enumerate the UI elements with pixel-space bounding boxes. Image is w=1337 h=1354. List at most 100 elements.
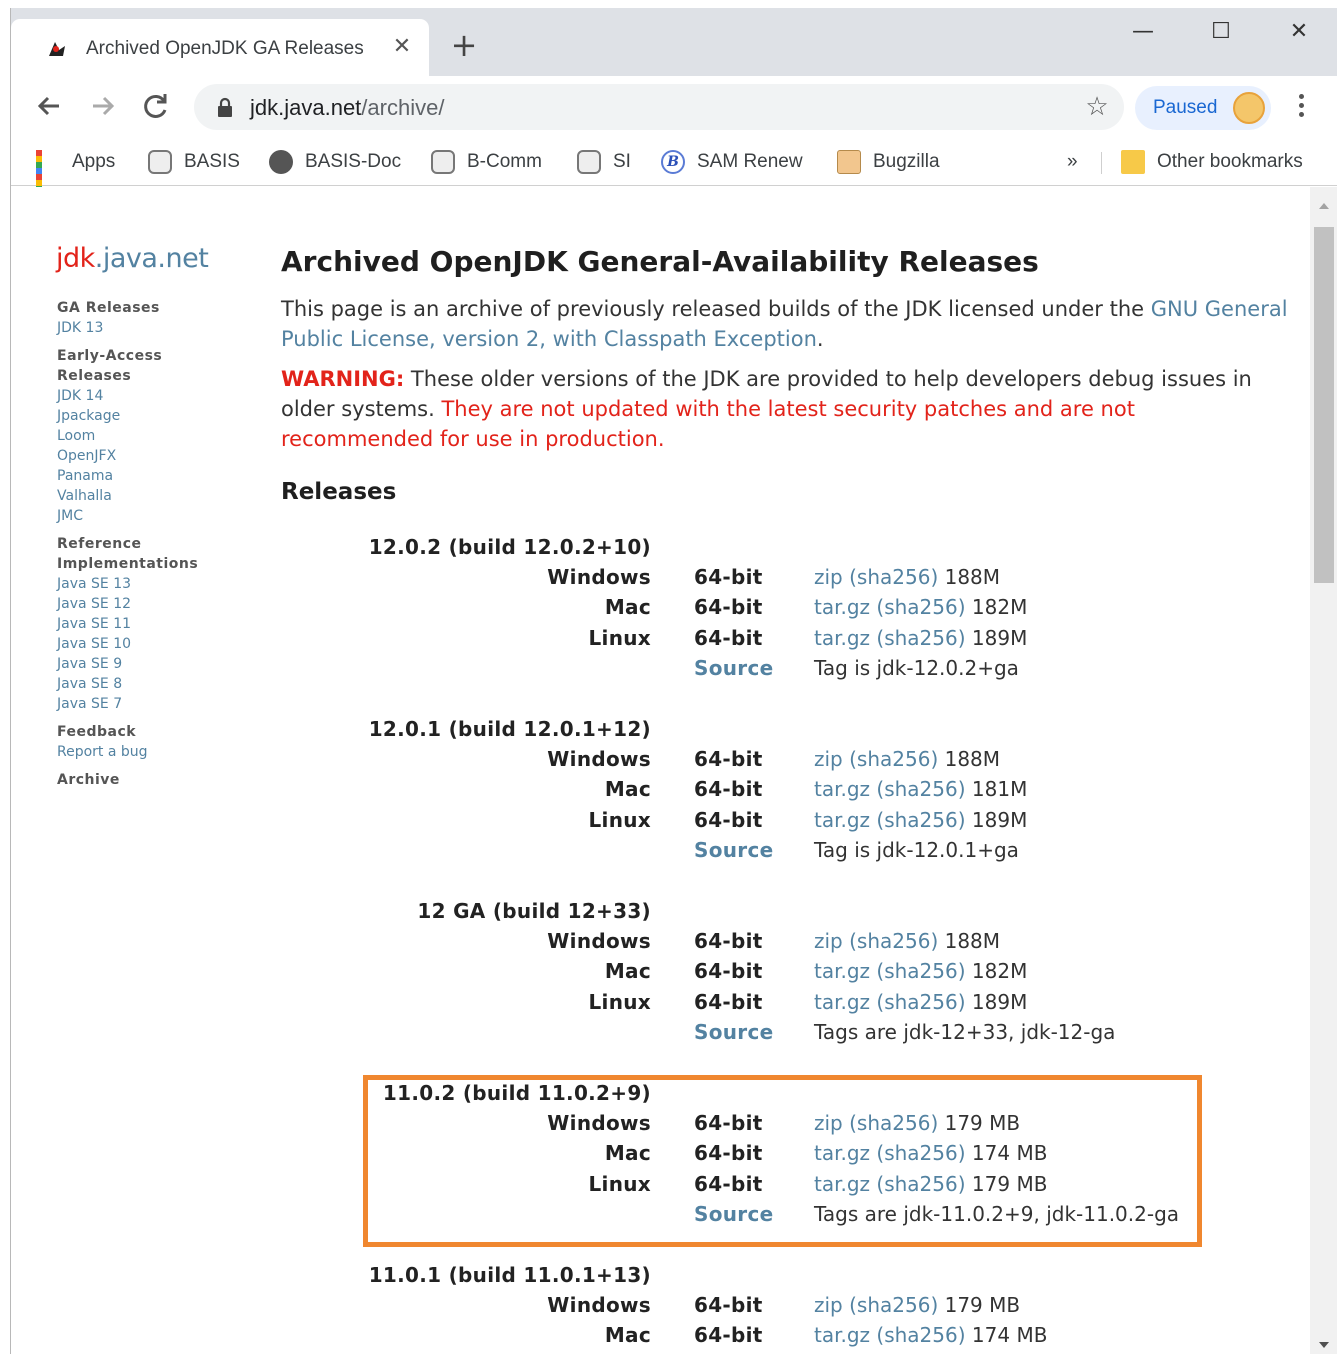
- sidenav-link[interactable]: Java SE 12: [57, 594, 257, 614]
- lock-icon: [218, 97, 232, 117]
- other-bookmarks[interactable]: Other bookmarks: [1121, 148, 1303, 176]
- sha256-link[interactable]: (sha256): [876, 959, 965, 983]
- site-logo[interactable]: jdk.java.net: [56, 243, 209, 274]
- bookmarks-separator: [1101, 152, 1102, 174]
- sidenav-link[interactable]: Java SE 8: [57, 674, 257, 694]
- sidenav-link[interactable]: Jpackage: [57, 406, 257, 426]
- reload-icon[interactable]: [138, 88, 174, 124]
- file-size: 182M: [971, 959, 1028, 984]
- sidenav-link[interactable]: OpenJFX: [57, 446, 257, 466]
- sidenav-link[interactable]: Loom: [57, 426, 257, 446]
- browser-menu-icon[interactable]: [1283, 90, 1319, 126]
- highlight-box: [363, 1075, 1202, 1247]
- minimize-button[interactable]: —: [1113, 14, 1173, 50]
- duke-favicon-icon: [49, 42, 65, 56]
- profile-paused-button[interactable]: Paused: [1135, 86, 1271, 130]
- source-row: Source Tag is jdk-12.0.1+ga: [281, 838, 1291, 868]
- tag-text: Tag is jdk-12.0.2+ga: [814, 655, 1019, 680]
- download-files: tar.gz (sha256) 189M: [814, 990, 1027, 1014]
- tab-close-icon[interactable]: ✕: [389, 32, 415, 62]
- release-title: 11.0.1 (build 11.0.1+13): [368, 1263, 651, 1287]
- archive-link[interactable]: tar.gz: [814, 626, 870, 650]
- sidenav-link[interactable]: Panama: [57, 466, 257, 486]
- new-tab-button[interactable]: +: [449, 29, 479, 61]
- bookmark-sam-renew[interactable]: B SAM Renew: [661, 148, 803, 176]
- sha256-link[interactable]: (sha256): [849, 565, 938, 589]
- globe-icon: [269, 150, 293, 174]
- back-icon[interactable]: [31, 88, 67, 124]
- main-content: Archived OpenJDK General-Availability Re…: [281, 245, 1291, 505]
- sha256-link[interactable]: (sha256): [876, 990, 965, 1014]
- maximize-button[interactable]: ☐: [1191, 14, 1251, 50]
- database-icon: [577, 150, 601, 174]
- close-window-button[interactable]: ✕: [1269, 14, 1329, 50]
- sha256-link[interactable]: (sha256): [876, 595, 965, 619]
- archive-link[interactable]: tar.gz: [814, 1323, 870, 1347]
- tag-text: Tags are jdk-12+33, jdk-12-ga: [814, 1019, 1116, 1044]
- bookmark-b-comm[interactable]: B-Comm: [431, 148, 542, 176]
- download-row: Windows 64-bit zip (sha256) 188M: [281, 929, 1291, 959]
- sha256-link[interactable]: (sha256): [849, 747, 938, 771]
- bookmark-label: BASIS: [184, 151, 240, 172]
- archive-link[interactable]: tar.gz: [814, 777, 870, 801]
- scroll-down-icon[interactable]: [1319, 1342, 1329, 1348]
- scroll-up-icon[interactable]: [1319, 203, 1329, 209]
- bookmark-bugzilla[interactable]: Bugzilla: [837, 148, 940, 176]
- file-size: 179 MB: [944, 1293, 1021, 1317]
- b-icon: B: [661, 150, 685, 174]
- sidenav-link[interactable]: Java SE 9: [57, 654, 257, 674]
- sha256-link[interactable]: (sha256): [876, 626, 965, 650]
- page-content: jdk.java.net GA Releases JDK 13 Early-Acce…: [11, 187, 1337, 1354]
- sidenav-link[interactable]: Java SE 7: [57, 694, 257, 714]
- sidenav-link[interactable]: Java SE 11: [57, 614, 257, 634]
- active-tab[interactable]: Archived OpenJDK GA Releases ✕: [11, 19, 429, 76]
- download-files: tar.gz (sha256) 182M: [814, 595, 1027, 619]
- archive-link[interactable]: tar.gz: [814, 990, 870, 1014]
- download-row: Linux 64-bit tar.gz (sha256) 189M: [281, 808, 1291, 838]
- vertical-scrollbar[interactable]: [1310, 187, 1337, 1354]
- bookmark-basis[interactable]: BASIS: [148, 148, 240, 176]
- sha256-link[interactable]: (sha256): [876, 808, 965, 832]
- sidenav-link[interactable]: JMC: [57, 506, 257, 526]
- arch-label: 64-bit: [694, 747, 763, 771]
- more-bookmarks-button[interactable]: »: [1067, 148, 1078, 176]
- sha256-link[interactable]: (sha256): [849, 929, 938, 953]
- scrollbar-thumb[interactable]: [1314, 227, 1334, 583]
- database-icon: [148, 150, 172, 174]
- release-title: 12 GA (build 12+33): [417, 899, 651, 923]
- sidenav-link[interactable]: Valhalla: [57, 486, 257, 506]
- arch-label: 64-bit: [694, 929, 763, 953]
- sidenav-link[interactable]: Java SE 13: [57, 574, 257, 594]
- download-row: Mac 64-bit tar.gz (sha256) 182M: [281, 959, 1291, 989]
- sidenav-link[interactable]: Java SE 10: [57, 634, 257, 654]
- archive-link[interactable]: zip: [814, 1293, 843, 1317]
- forward-icon[interactable]: [85, 88, 121, 124]
- archive-link[interactable]: tar.gz: [814, 959, 870, 983]
- bookmark-star-icon[interactable]: ☆: [1080, 90, 1114, 124]
- sidenav-link[interactable]: JDK 13: [57, 318, 257, 338]
- sha256-link[interactable]: (sha256): [849, 1293, 938, 1317]
- bookmark-si[interactable]: SI: [577, 148, 631, 176]
- os-name: Windows: [547, 747, 651, 771]
- archive-link[interactable]: zip: [814, 565, 843, 589]
- source-row: Source Tag is jdk-12.0.2+ga: [281, 656, 1291, 686]
- source-link[interactable]: Source: [694, 656, 773, 680]
- source-link[interactable]: Source: [694, 838, 773, 862]
- archive-link[interactable]: tar.gz: [814, 808, 870, 832]
- arch-label: 64-bit: [694, 1323, 763, 1348]
- sidenav-link[interactable]: JDK 14: [57, 386, 257, 406]
- address-bar[interactable]: jdk.java.net/archive/ ☆: [194, 84, 1124, 130]
- sha256-link[interactable]: (sha256): [876, 777, 965, 801]
- bookmark-apps[interactable]: Apps: [36, 148, 115, 204]
- source-link[interactable]: Source: [694, 1020, 773, 1044]
- sha256-link[interactable]: (sha256): [876, 1323, 965, 1347]
- bookmark-basis-doc[interactable]: BASIS-Doc: [269, 148, 401, 176]
- download-files: tar.gz (sha256) 189M: [814, 808, 1027, 832]
- os-name: Windows: [547, 929, 651, 953]
- download-row: Windows 64-bit zip (sha256) 179 MB: [281, 1293, 1291, 1323]
- archive-link[interactable]: zip: [814, 747, 843, 771]
- archive-link[interactable]: zip: [814, 929, 843, 953]
- archive-link[interactable]: tar.gz: [814, 595, 870, 619]
- sidenav-link[interactable]: Report a bug: [57, 742, 257, 762]
- source-row: Source Tags are jdk-12+33, jdk-12-ga: [281, 1020, 1291, 1050]
